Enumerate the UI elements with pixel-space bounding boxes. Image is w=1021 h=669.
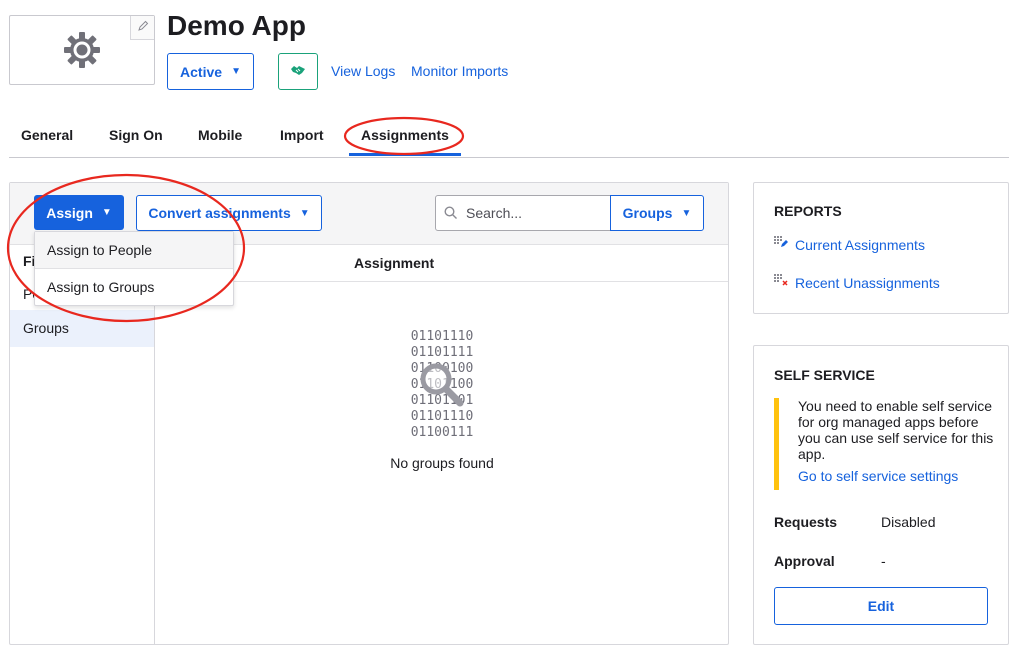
assign-button[interactable]: Assign ▼ <box>34 195 124 230</box>
report-current-assignments[interactable]: Current Assignments <box>774 236 925 254</box>
assign-to-groups-item[interactable]: Assign to Groups <box>35 269 233 306</box>
assignment-column-header: Assignment <box>354 255 435 271</box>
self-service-notice-text: You need to enable self service for org … <box>798 398 994 462</box>
tab-assignments[interactable]: Assignments <box>349 127 461 156</box>
tab-general[interactable]: General <box>21 127 73 143</box>
reports-panel: REPORTS Current Assignments Recent Unass… <box>753 182 1009 314</box>
report-grid-edit-icon <box>774 236 789 254</box>
app-title: Demo App <box>167 10 306 41</box>
assign-menu: Assign to People Assign to Groups <box>34 231 234 306</box>
requests-label: Requests <box>774 514 838 530</box>
groups-filter-label: Groups <box>622 205 673 221</box>
handshake-icon <box>290 63 306 81</box>
assign-to-people-item[interactable]: Assign to People <box>35 232 233 269</box>
view-logs-link[interactable]: View Logs <box>331 63 395 79</box>
pencil-icon <box>137 19 149 37</box>
edit-self-service-button[interactable]: Edit <box>774 587 988 625</box>
search-input[interactable] <box>466 196 606 230</box>
binary-line: 01101111 <box>410 345 474 360</box>
empty-state-message: No groups found <box>390 455 494 471</box>
table-header: Assignment <box>156 245 728 282</box>
search-icon <box>444 206 458 225</box>
status-label: Active <box>180 63 223 80</box>
binary-line: 01100111 <box>410 425 474 440</box>
app-tabs: General Sign On Mobile Import Assignment… <box>9 118 1009 158</box>
provisioning-button[interactable] <box>278 53 318 90</box>
monitor-imports-link[interactable]: Monitor Imports <box>411 63 508 79</box>
caret-down-icon: ▼ <box>681 207 692 219</box>
report-grid-remove-icon <box>774 274 789 292</box>
requests-value: Disabled <box>881 514 936 530</box>
assign-label: Assign <box>46 204 93 221</box>
approval-label: Approval <box>774 553 835 569</box>
edit-logo-button[interactable] <box>130 16 154 40</box>
self-service-panel: SELF SERVICE You need to enable self ser… <box>753 345 1009 645</box>
report-recent-unassignments[interactable]: Recent Unassignments <box>774 274 940 292</box>
self-service-notice: You need to enable self service for org … <box>774 398 994 490</box>
search-box <box>435 195 611 231</box>
self-service-heading: SELF SERVICE <box>774 367 875 383</box>
groups-filter-button[interactable]: Groups ▼ <box>610 195 704 231</box>
convert-assignments-button[interactable]: Convert assignments ▼ <box>136 195 322 231</box>
convert-label: Convert assignments <box>148 205 291 221</box>
app-logo <box>9 15 155 85</box>
tab-mobile[interactable]: Mobile <box>198 127 242 143</box>
reports-heading: REPORTS <box>774 203 842 219</box>
approval-value: - <box>881 553 886 569</box>
caret-down-icon: ▼ <box>299 207 310 219</box>
caret-down-icon: ▼ <box>101 207 112 218</box>
filter-groups[interactable]: Groups <box>10 310 154 347</box>
binary-line: 01101110 <box>410 329 474 344</box>
tab-import[interactable]: Import <box>280 127 324 143</box>
recent-unassignments-link: Recent Unassignments <box>795 275 940 291</box>
current-assignments-link: Current Assignments <box>795 237 925 253</box>
self-service-settings-link[interactable]: Go to self service settings <box>798 468 994 484</box>
caret-down-icon: ▼ <box>231 66 241 77</box>
magnifier-icon <box>416 361 466 416</box>
tab-sign-on[interactable]: Sign On <box>109 127 163 143</box>
status-dropdown-button[interactable]: Active ▼ <box>167 53 254 90</box>
